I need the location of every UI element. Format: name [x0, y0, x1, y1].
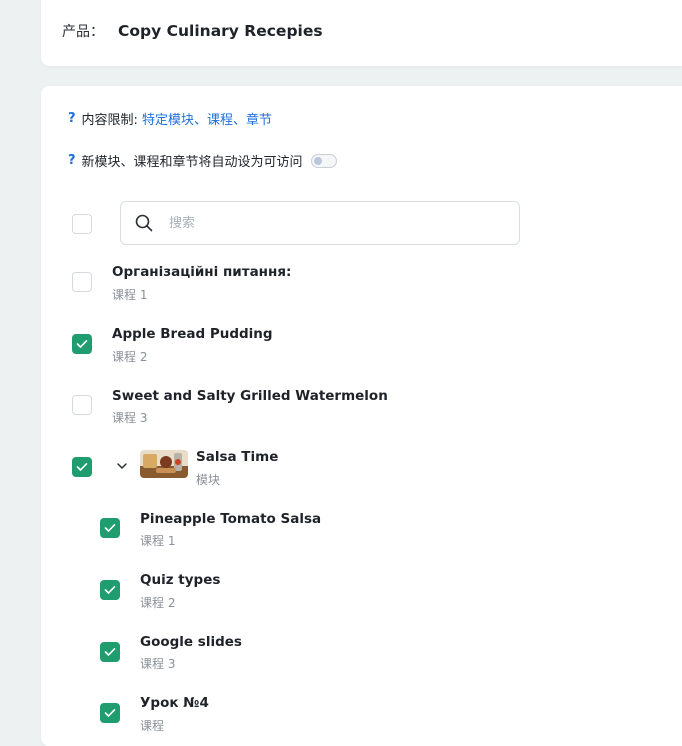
item-title[interactable]: Урок №4: [140, 695, 209, 711]
product-header: 产品： Copy Culinary Recepies: [62, 21, 323, 41]
module-thumbnail: [140, 450, 188, 478]
auto-access-label: 新模块、课程和章节将自动设为可访问: [81, 155, 303, 170]
search-icon: [135, 214, 153, 232]
toggle-knob: [313, 156, 322, 165]
module-checkbox-checked[interactable]: [72, 457, 92, 477]
item-title[interactable]: Quiz types: [140, 572, 220, 588]
item-subtitle: 课程 2: [140, 596, 176, 610]
question-mark-icon[interactable]: ?: [68, 153, 76, 168]
salsa-thumbnail-image: [140, 450, 188, 478]
check-icon: [104, 708, 116, 717]
search-box[interactable]: [120, 201, 520, 245]
check-icon: [104, 523, 116, 532]
restriction-value-link[interactable]: 特定模块、课程、章节: [142, 109, 272, 128]
product-name: Copy Culinary Recepies: [118, 22, 323, 40]
content-restriction-row: ? 内容限制: 特定模块、课程、章节: [68, 109, 272, 128]
item-title[interactable]: Apple Bread Pudding: [112, 326, 273, 342]
item-subtitle: 课程 3: [112, 411, 148, 425]
check-icon: [76, 339, 88, 348]
restriction-label: 内容限制:: [81, 113, 138, 128]
access-card: ? 内容限制: 特定模块、课程、章节 ? 新模块、课程和章节将自动设为可访问 О…: [41, 86, 682, 746]
check-icon: [76, 462, 88, 471]
search-input[interactable]: [167, 214, 471, 232]
item-checkbox[interactable]: [72, 272, 92, 292]
item-checkbox-checked[interactable]: [100, 642, 120, 662]
auto-access-toggle[interactable]: [310, 153, 337, 168]
item-title[interactable]: Google slides: [140, 634, 242, 650]
item-checkbox-checked[interactable]: [100, 518, 120, 538]
product-card: 产品： Copy Culinary Recepies: [41, 0, 682, 66]
item-checkbox-checked[interactable]: [100, 703, 120, 723]
item-checkbox-checked[interactable]: [72, 334, 92, 354]
item-subtitle: 课程 1: [140, 534, 176, 548]
item-title[interactable]: Організаційні питання:: [112, 264, 291, 280]
auto-access-row: ? 新模块、课程和章节将自动设为可访问: [68, 151, 337, 170]
product-label: 产品：: [62, 24, 104, 40]
item-subtitle: 课程 2: [112, 350, 148, 364]
item-checkbox[interactable]: [72, 395, 92, 415]
module-subtitle: 模块: [196, 473, 221, 487]
item-title[interactable]: Pineapple Tomato Salsa: [140, 511, 321, 527]
item-title[interactable]: Sweet and Salty Grilled Watermelon: [112, 388, 388, 404]
item-subtitle: 课程 1: [112, 288, 148, 302]
module-title[interactable]: Salsa Time: [196, 449, 278, 465]
select-all-checkbox[interactable]: [72, 214, 92, 234]
chevron-down-icon[interactable]: [116, 460, 128, 472]
check-icon: [104, 647, 116, 656]
item-checkbox-checked[interactable]: [100, 580, 120, 600]
question-mark-icon[interactable]: ?: [68, 111, 76, 126]
item-subtitle: 课程 3: [140, 657, 176, 671]
check-icon: [104, 585, 116, 594]
